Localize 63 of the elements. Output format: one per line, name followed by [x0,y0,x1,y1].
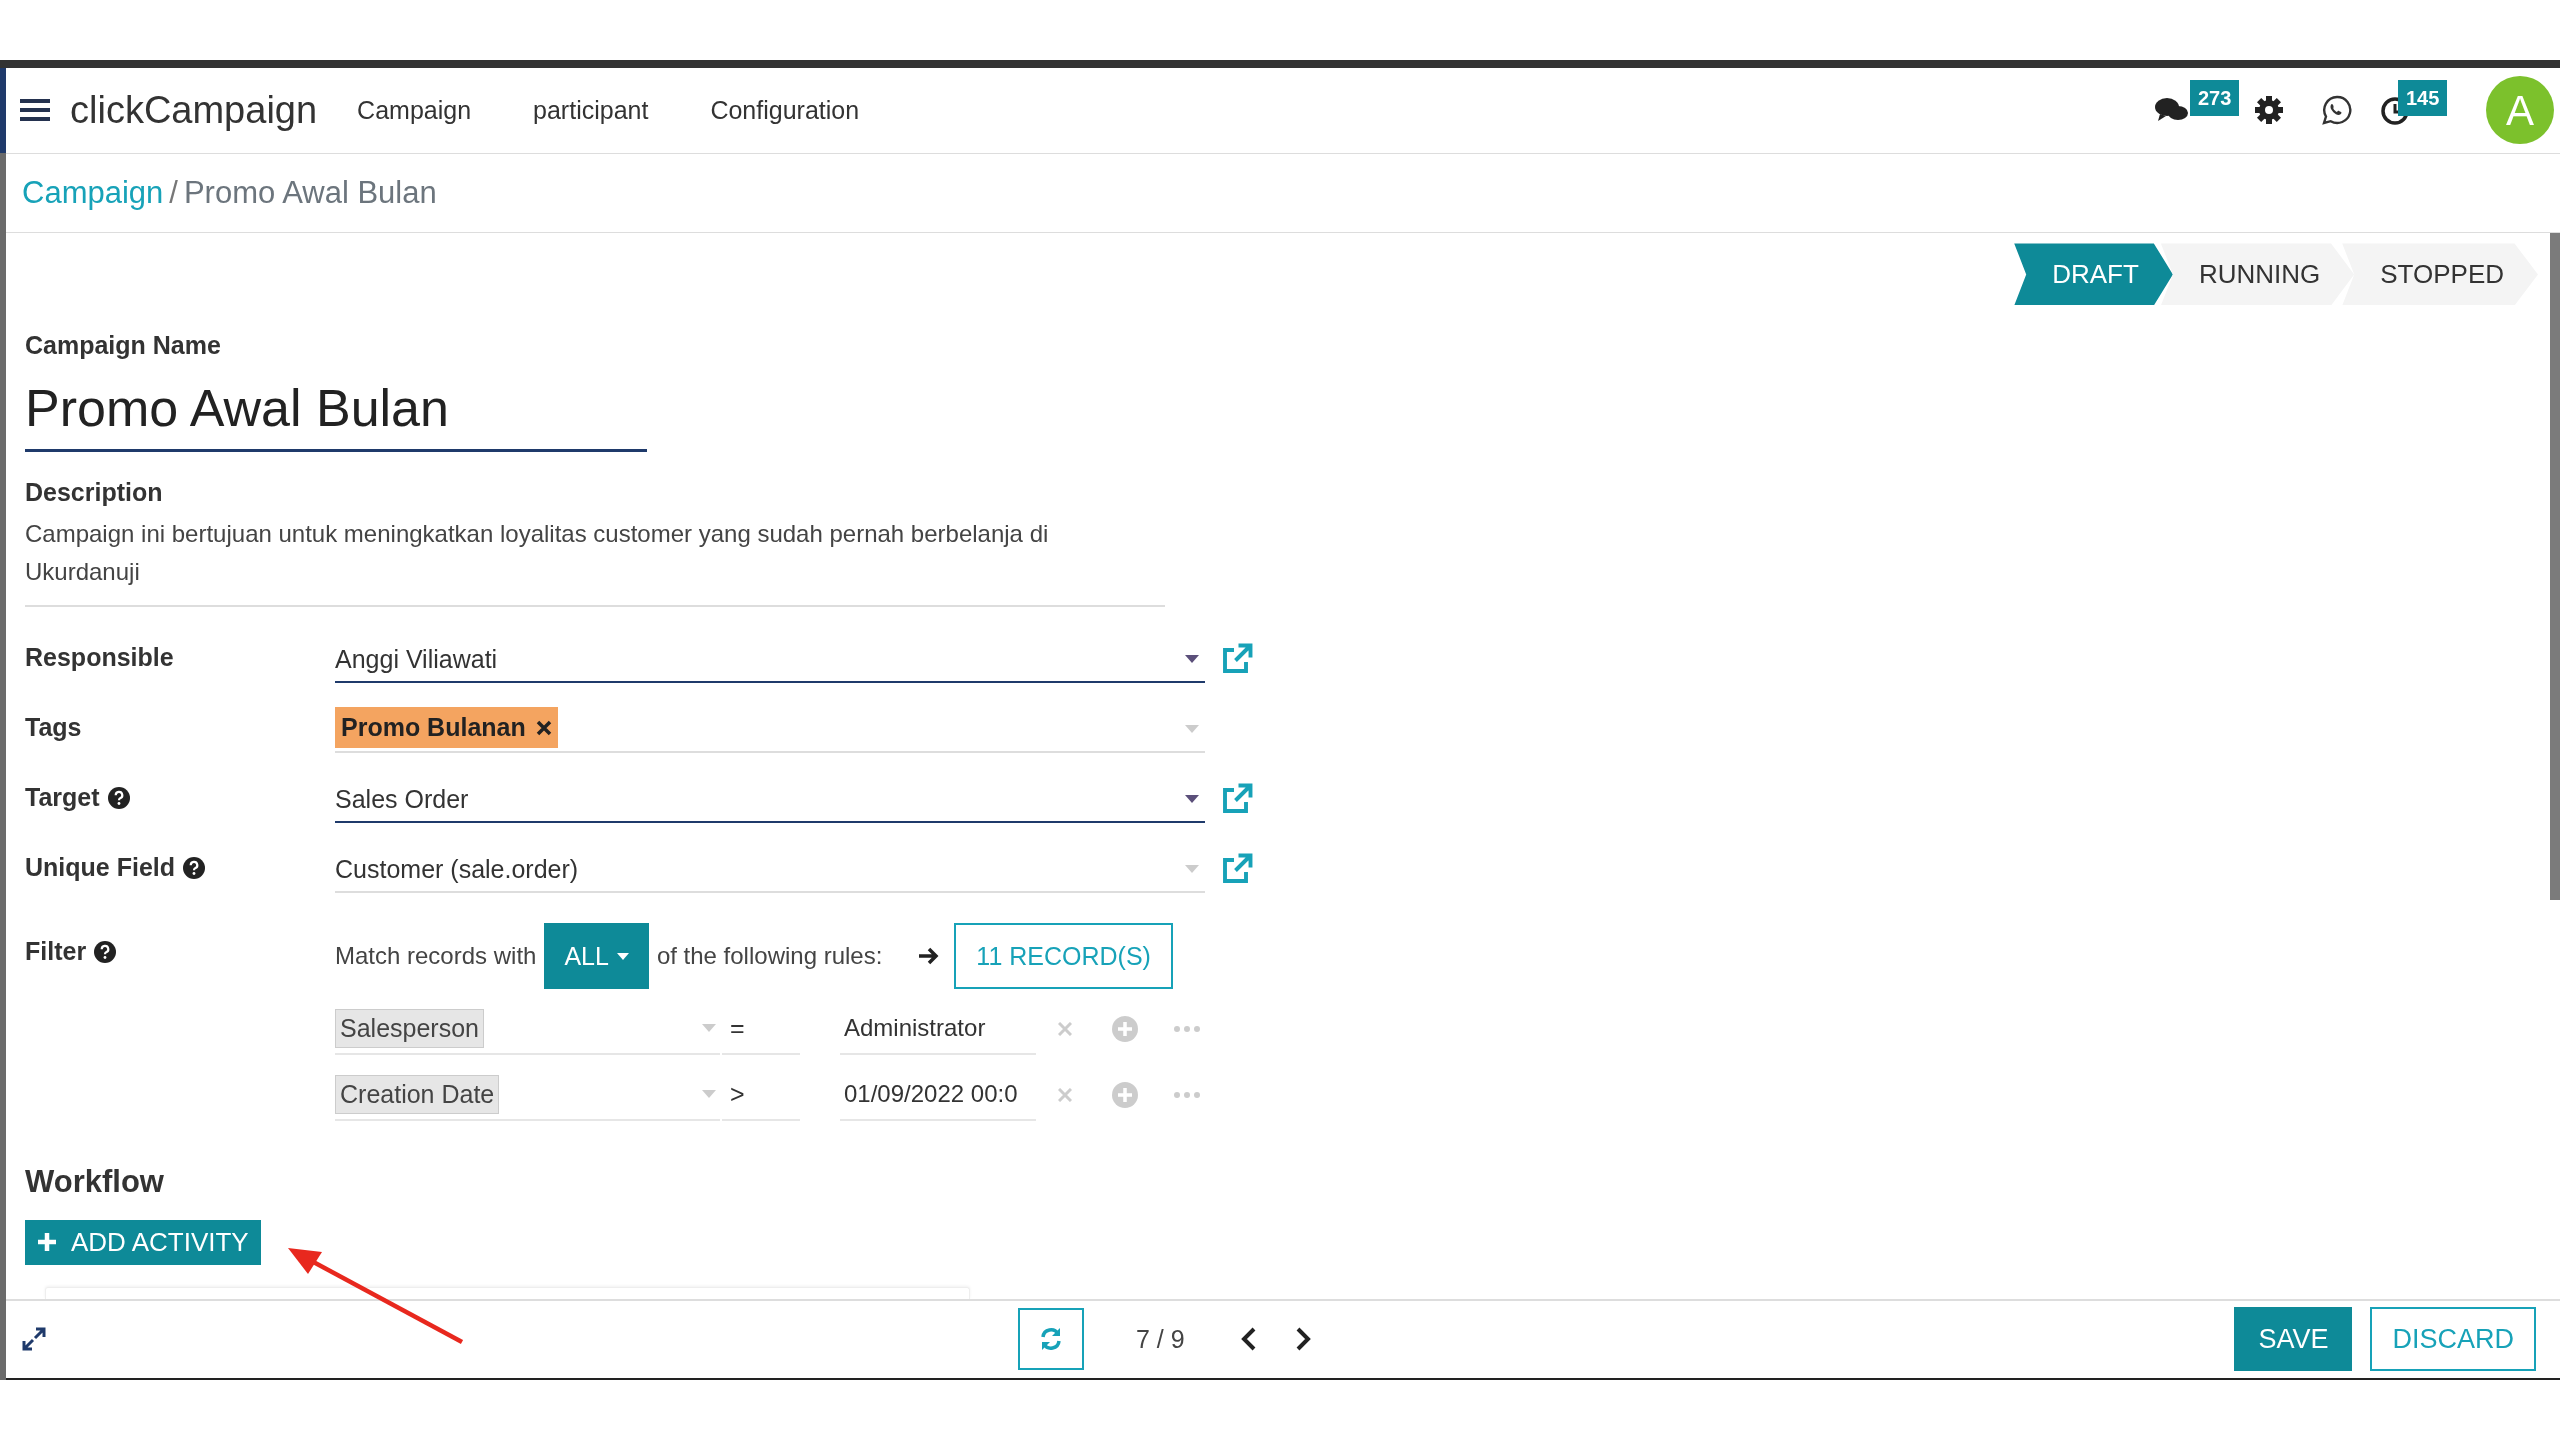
settings-icon[interactable] [2254,95,2284,126]
field-label: Responsible [25,642,174,674]
menu-icon[interactable] [20,97,50,124]
dropdown-field[interactable]: Customer (sale.order) [335,847,1205,894]
help-icon [183,857,205,880]
filter-text: of the following rules: [656,941,883,972]
caret-icon [1185,655,1199,664]
section-title: Workflow [25,1163,165,1202]
menu-item[interactable]: Configuration [710,91,860,129]
save-button[interactable]: SAVE [2234,1307,2353,1372]
refresh-icon[interactable] [1018,1308,1084,1371]
more-icon[interactable] [1174,1026,1200,1033]
rule-operator-select[interactable]: = [722,1003,800,1056]
description-text[interactable]: Campaign ini bertujuan untuk meningkatkan loyalitas customer yang sudah pernah berbelanja di Ukurdanuji [25,515,1165,608]
arrow-right-icon [918,946,941,967]
caret-icon [1185,725,1199,734]
add-activity-button[interactable]: ADD ACTIVITY [25,1219,261,1265]
status-stage[interactable]: DRAFT [2014,243,2173,306]
filter-text: Match records with [335,941,537,972]
menu-item[interactable]: Campaign [357,91,472,129]
status-stage[interactable]: STOPPED [2342,243,2538,306]
caret-icon [616,952,629,960]
field-label: Tags [25,712,82,744]
close-icon[interactable] [1058,1022,1072,1037]
close-icon[interactable] [1058,1088,1072,1103]
rule-value-input[interactable]: Administrator [840,1003,1036,1056]
breadcrumb-separator: / [169,173,178,212]
field-label: Target [25,782,100,814]
field-label: Filter [25,936,87,968]
expand-icon[interactable] [22,1327,46,1352]
field-label: Campaign Name [25,330,222,362]
tag-chip[interactable]: Promo Bulanan [335,707,558,749]
plus-icon [37,1232,57,1253]
caret-icon [1185,865,1199,874]
menu-item[interactable]: participant [533,91,649,129]
field-label: Unique Field [25,852,175,884]
rule-field-select[interactable]: Salesperson [335,1003,720,1056]
caret-icon [702,1024,716,1033]
message-count-badge: 273 [2190,80,2240,117]
dropdown-field[interactable]: Anggi Viliawati [335,637,1205,684]
match-mode-dropdown[interactable]: ALL [544,923,649,990]
dropdown-field[interactable]: Promo Bulanan [335,707,1205,754]
status-stage[interactable]: RUNNING [2160,243,2355,306]
app-title[interactable]: clickCampaign [70,81,318,139]
whatsapp-icon[interactable] [2322,95,2352,126]
rule-operator-select[interactable]: > [722,1069,800,1122]
more-icon[interactable] [1174,1092,1200,1099]
activity-count-badge: 145 [2398,80,2448,117]
remove-icon [535,719,552,736]
scrollbar[interactable] [2550,233,2560,901]
chevron-right-icon[interactable] [1294,1327,1311,1352]
help-icon [94,941,117,964]
rule-value-input[interactable]: 01/09/2022 00:0 [840,1069,1036,1122]
dropdown-field[interactable]: Sales Order [335,777,1205,824]
rule-field-select[interactable]: Creation Date [335,1069,720,1122]
field-label: Description [25,476,164,508]
caret-icon [702,1090,716,1099]
campaign-name-input[interactable]: Promo Awal Bulan [25,368,647,452]
help-icon [107,787,130,810]
caret-icon [1185,795,1199,804]
pager-counter: 7 / 9 [1136,1323,1185,1355]
breadcrumb-current: Promo Awal Bulan [183,173,437,212]
chevron-left-icon[interactable] [1240,1327,1257,1352]
